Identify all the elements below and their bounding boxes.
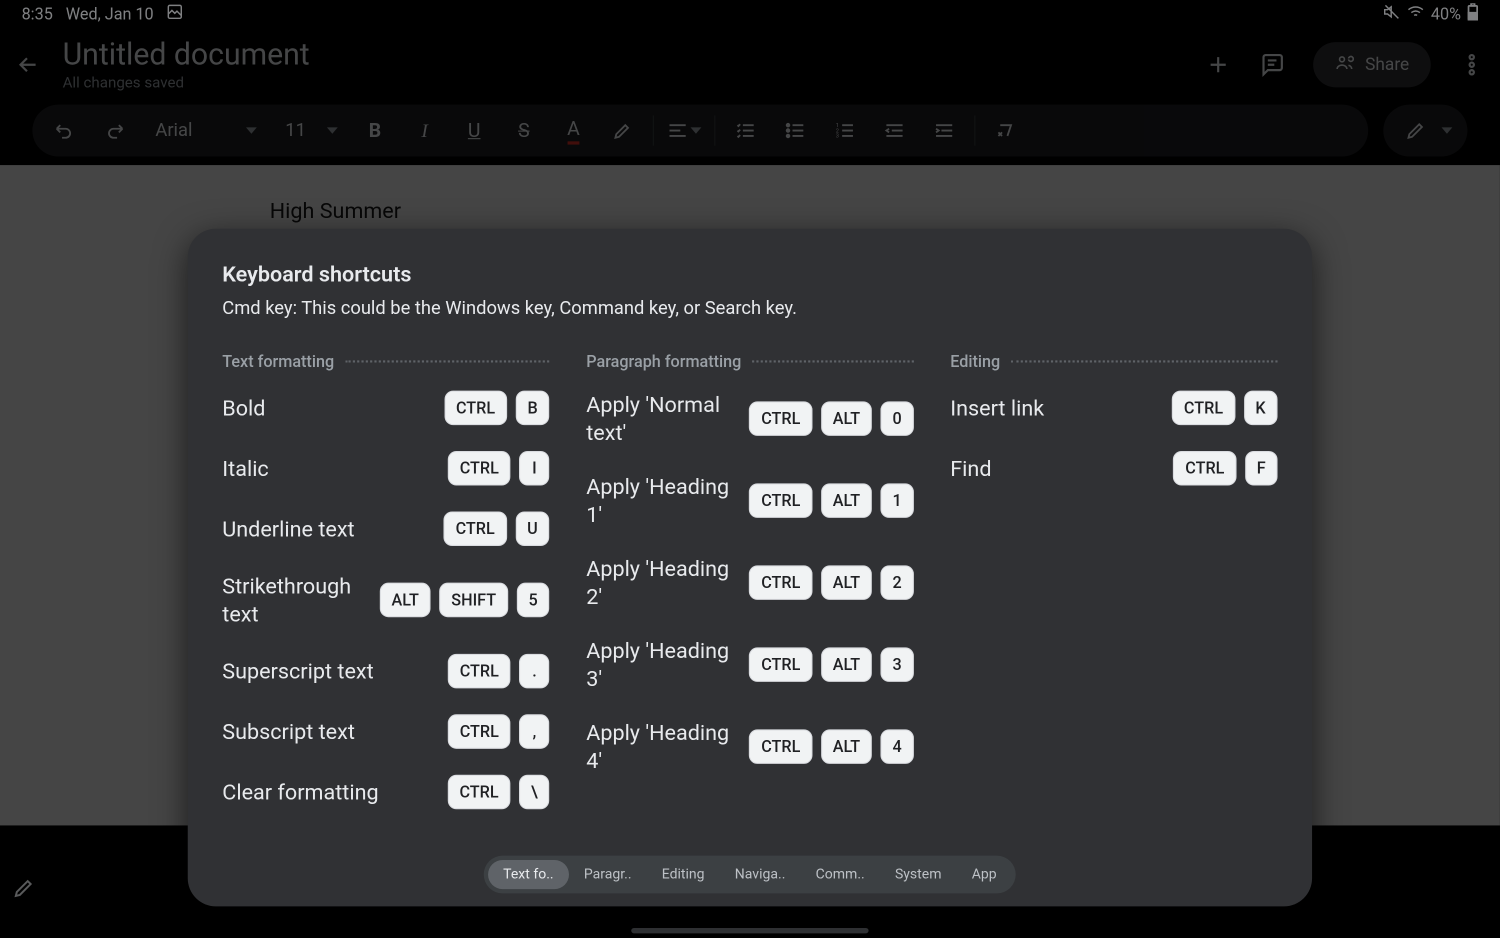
shortcut-row: Underline text CTRLU bbox=[222, 511, 549, 546]
shortcut-label: Underline text bbox=[222, 515, 354, 543]
key-cap: , bbox=[519, 714, 549, 749]
shortcut-row: Find CTRL F bbox=[950, 451, 1277, 486]
modal-title: Keyboard shortcuts bbox=[222, 261, 1277, 287]
modal-subtitle: Cmd key: This could be the Windows key, … bbox=[222, 298, 1277, 320]
column-title: Text formatting bbox=[222, 352, 334, 371]
key-cap: CTRL bbox=[448, 775, 511, 810]
key-cap: B bbox=[516, 391, 550, 426]
shortcut-keys: CTRLI bbox=[448, 451, 550, 486]
key-cap: F bbox=[1245, 451, 1278, 486]
key-cap: ALT bbox=[821, 565, 872, 600]
key-cap: SHIFT bbox=[439, 583, 508, 618]
key-cap: CTRL bbox=[1173, 451, 1236, 486]
divider-dots bbox=[1011, 360, 1278, 362]
shortcut-row: Apply 'Heading 1' CTRL ALT 1 bbox=[586, 473, 913, 529]
shortcut-label: Subscript text bbox=[222, 718, 355, 746]
shortcut-label: Apply 'Heading 3' bbox=[586, 637, 738, 693]
key-cap: 0 bbox=[881, 401, 914, 436]
shortcut-label: Apply 'Normal text' bbox=[586, 391, 738, 447]
shortcut-row: Apply 'Heading 4' CTRL ALT 4 bbox=[586, 719, 913, 775]
key-cap: 3 bbox=[881, 647, 914, 682]
shortcut-keys: CTRL ALT 1 bbox=[749, 483, 913, 518]
modal-tab[interactable]: Text fo.. bbox=[488, 860, 569, 889]
shortcut-keys: CTRL ALT 4 bbox=[749, 729, 913, 764]
key-cap: K bbox=[1244, 391, 1278, 426]
shortcut-label: Insert link bbox=[950, 394, 1044, 422]
shortcut-label: Find bbox=[950, 454, 991, 482]
shortcut-label: Apply 'Heading 1' bbox=[586, 473, 738, 529]
key-cap: \ bbox=[519, 775, 549, 810]
modal-tab[interactable]: Editing bbox=[647, 860, 720, 889]
key-cap: I bbox=[519, 451, 549, 486]
key-cap: CTRL bbox=[1172, 391, 1235, 426]
key-cap: CTRL bbox=[749, 483, 812, 518]
key-cap: ALT bbox=[380, 583, 431, 618]
shortcut-label: Superscript text bbox=[222, 657, 373, 685]
shortcut-keys: CTRL B bbox=[444, 391, 549, 426]
shortcut-row: Subscript text CTRL, bbox=[222, 714, 549, 749]
divider-dots bbox=[752, 360, 913, 362]
shortcut-keys: CTRL F bbox=[1173, 451, 1277, 486]
shortcut-row: Bold CTRL B bbox=[222, 391, 549, 426]
shortcut-row: Apply 'Normal text' CTRL ALT 0 bbox=[586, 391, 913, 447]
key-cap: CTRL bbox=[749, 647, 812, 682]
shortcut-keys: ALTSHIFT 5 bbox=[380, 583, 550, 618]
shortcut-label: Apply 'Heading 2' bbox=[586, 555, 738, 611]
shortcut-row: Insert link CTRL K bbox=[950, 391, 1277, 426]
key-cap: CTRL bbox=[444, 391, 507, 426]
shortcut-keys: CTRL ALT 2 bbox=[749, 565, 913, 600]
key-cap: 1 bbox=[881, 483, 914, 518]
shortcut-label: Bold bbox=[222, 394, 265, 422]
key-cap: CTRL bbox=[448, 714, 511, 749]
shortcut-label: Strikethrough text bbox=[222, 572, 369, 628]
key-cap: CTRL bbox=[444, 511, 507, 546]
shortcut-row: Italic CTRLI bbox=[222, 451, 549, 486]
shortcut-keys: CTRL, bbox=[448, 714, 550, 749]
key-cap: CTRL bbox=[448, 654, 511, 689]
key-cap: 4 bbox=[881, 729, 914, 764]
modal-tab[interactable]: App bbox=[957, 860, 1012, 889]
shortcuts-column: Paragraph formatting Apply 'Normal text' C… bbox=[586, 352, 913, 835]
shortcut-label: Italic bbox=[222, 454, 268, 482]
keyboard-shortcuts-modal: Keyboard shortcuts Cmd key: This could b… bbox=[188, 229, 1312, 907]
shortcut-label: Apply 'Heading 4' bbox=[586, 719, 738, 775]
modal-tab[interactable]: Paragr.. bbox=[569, 860, 647, 889]
shortcut-row: Apply 'Heading 3' CTRL ALT 3 bbox=[586, 637, 913, 693]
key-cap: 2 bbox=[881, 565, 914, 600]
key-cap: ALT bbox=[821, 483, 872, 518]
key-cap: . bbox=[519, 654, 549, 689]
divider-dots bbox=[345, 360, 550, 362]
modal-tabs: Text fo..Paragr..EditingNaviga..Comm..Sy… bbox=[484, 856, 1016, 894]
key-cap: CTRL bbox=[749, 565, 812, 600]
shortcut-row: Clear formatting CTRL\ bbox=[222, 775, 549, 810]
modal-tab[interactable]: System bbox=[880, 860, 957, 889]
shortcuts-column: EditingInsert linkCTRLKFindCTRLF bbox=[950, 352, 1277, 835]
shortcut-row: Superscript text CTRL. bbox=[222, 654, 549, 689]
key-cap: CTRL bbox=[749, 401, 812, 436]
shortcuts-column: Text formattingBoldCTRLBItalicCTRLIUnder… bbox=[222, 352, 549, 835]
shortcut-row: Strikethrough text ALTSHIFT 5 bbox=[222, 572, 549, 628]
shortcut-keys: CTRL ALT 3 bbox=[749, 647, 913, 682]
shortcut-keys: CTRL ALT 0 bbox=[749, 401, 913, 436]
shortcut-keys: CTRL K bbox=[1172, 391, 1277, 426]
shortcut-keys: CTRL. bbox=[448, 654, 550, 689]
key-cap: ALT bbox=[821, 401, 872, 436]
modal-tab[interactable]: Naviga.. bbox=[720, 860, 801, 889]
key-cap: U bbox=[515, 511, 549, 546]
shortcut-row: Apply 'Heading 2' CTRL ALT 2 bbox=[586, 555, 913, 611]
key-cap: CTRL bbox=[749, 729, 812, 764]
key-cap: 5 bbox=[517, 583, 550, 618]
key-cap: ALT bbox=[821, 647, 872, 682]
modal-tab[interactable]: Comm.. bbox=[801, 860, 880, 889]
key-cap: ALT bbox=[821, 729, 872, 764]
key-cap: CTRL bbox=[448, 451, 511, 486]
column-title: Paragraph formatting bbox=[586, 352, 741, 371]
shortcut-keys: CTRL\ bbox=[448, 775, 550, 810]
shortcut-label: Clear formatting bbox=[222, 778, 378, 806]
shortcut-keys: CTRLU bbox=[444, 511, 550, 546]
column-title: Editing bbox=[950, 352, 1000, 371]
